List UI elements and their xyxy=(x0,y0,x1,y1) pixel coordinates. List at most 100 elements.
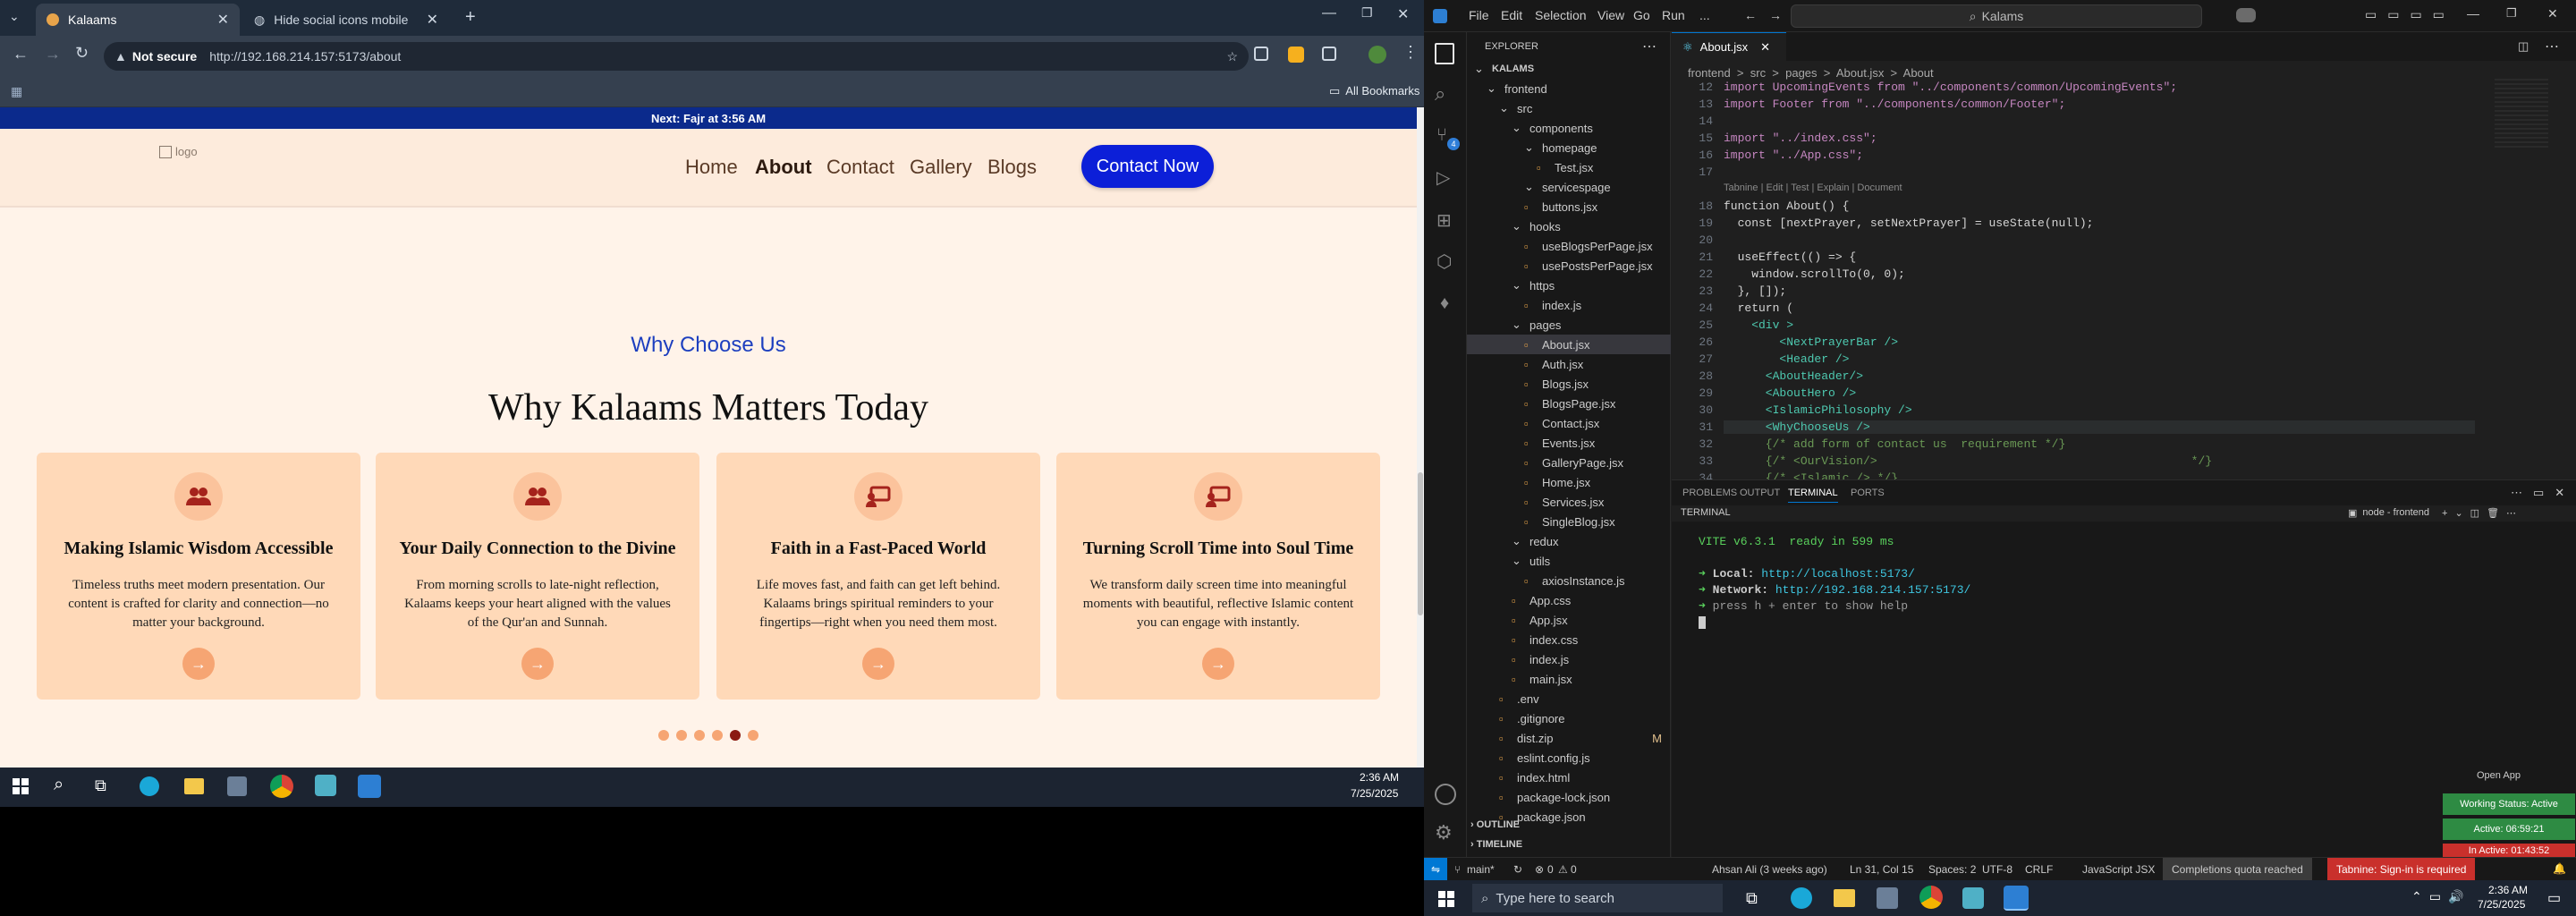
menu-more[interactable]: ... xyxy=(1699,8,1710,22)
search-icon[interactable]: ⌕ xyxy=(54,775,64,795)
task-view-icon[interactable]: ⧉ xyxy=(1746,889,1758,908)
settings-gear-icon[interactable]: ⚙ xyxy=(1435,821,1453,844)
carousel-dot[interactable] xyxy=(658,730,669,741)
terminal-actions[interactable]: +⌄◫🗑⋯ xyxy=(2442,507,2523,519)
breadcrumb[interactable]: frontend > src > pages > About.jsx > Abo… xyxy=(1688,66,1934,80)
close-window-button[interactable]: ✕ xyxy=(2547,6,2558,21)
close-icon[interactable]: ✕ xyxy=(1760,40,1770,55)
explorer-item[interactable]: ▫ About.jsx xyxy=(1467,335,1671,354)
forward-icon[interactable]: → xyxy=(45,45,61,64)
carousel-dot-active[interactable] xyxy=(730,730,741,741)
panel-tab-problems[interactable]: PROBLEMS xyxy=(1682,488,1737,498)
all-bookmarks[interactable]: ▭ All Bookmarks xyxy=(1329,84,1419,98)
explorer-item[interactable]: ▫ main.jsx xyxy=(1467,669,1671,689)
explorer-item[interactable]: ▫ Services.jsx xyxy=(1467,492,1671,512)
explorer-item[interactable]: ▫ Blogs.jsx xyxy=(1467,374,1671,394)
code-line[interactable]: <IslamicPhilosophy /> xyxy=(1724,403,1912,417)
terminal-instance[interactable]: ▣ node - frontend +⌄◫🗑⋯ xyxy=(2348,507,2523,519)
tab-search-button[interactable]: ⌄ xyxy=(9,9,27,27)
explorer-item[interactable]: ▫ useBlogsPerPage.jsx xyxy=(1467,236,1671,256)
language-mode[interactable]: JavaScript JSX xyxy=(2082,863,2155,876)
minimap[interactable] xyxy=(2495,79,2548,150)
explorer-item[interactable]: ▫ package-lock.json xyxy=(1467,787,1671,807)
panel-actions[interactable]: ⋯▭✕ xyxy=(2511,486,2575,500)
maximize-button[interactable]: ❐ xyxy=(2506,6,2517,21)
explorer-item[interactable]: ▫ dist.zip M xyxy=(1467,728,1671,748)
code-line[interactable]: return ( xyxy=(1724,301,1793,315)
nav-contact[interactable]: Contact xyxy=(826,156,894,179)
warnings-icon[interactable]: ⚠ xyxy=(1558,863,1568,876)
source-control-icon[interactable]: ⑂ xyxy=(1436,125,1447,146)
taskbar-search-box[interactable]: ⌕ Type here to search xyxy=(1472,884,1723,912)
close-icon[interactable]: ✕ xyxy=(217,11,229,29)
terminal-output[interactable]: VITE v6.3.1 ready in 599 ms ➜ Local: htt… xyxy=(1699,534,1970,629)
explorer-item[interactable]: ▫ index.html xyxy=(1467,768,1671,787)
accounts-icon[interactable] xyxy=(1435,784,1456,805)
explorer-item[interactable]: ▫ App.jsx xyxy=(1467,610,1671,630)
code-line[interactable]: import UpcomingEvents from "../component… xyxy=(1724,81,2177,94)
arrow-right-icon[interactable]: → xyxy=(521,648,554,680)
menu-go[interactable]: Go xyxy=(1633,8,1650,22)
menu-view[interactable]: View xyxy=(1597,8,1624,22)
explorer-item[interactable]: ▫ GalleryPage.jsx xyxy=(1467,453,1671,472)
explorer-item[interactable]: ⌄ frontend xyxy=(1467,79,1671,98)
explorer-item[interactable]: ▫ index.js xyxy=(1467,649,1671,669)
page-scrollbar[interactable] xyxy=(1417,107,1424,768)
nav-blogs[interactable]: Blogs xyxy=(987,156,1037,179)
explorer-item[interactable]: ▫ buttons.jsx xyxy=(1467,197,1671,216)
sync-icon[interactable]: ↻ xyxy=(1513,863,1522,876)
explorer-item[interactable]: ▫ BlogsPage.jsx xyxy=(1467,394,1671,413)
explorer-item[interactable]: ⌄ pages xyxy=(1467,315,1671,335)
errors-icon[interactable]: ⊗ xyxy=(1535,863,1544,876)
nav-home[interactable]: Home xyxy=(685,156,738,179)
copilot-icon[interactable] xyxy=(2236,8,2256,22)
arrow-right-icon[interactable]: → xyxy=(1202,648,1234,680)
store-icon[interactable] xyxy=(1877,887,1898,909)
apps-grid-icon[interactable]: ▦ xyxy=(11,84,22,99)
indentation[interactable]: Spaces: 2 xyxy=(1928,863,1976,876)
remote-indicator[interactable]: ⇋ xyxy=(1424,858,1447,880)
explorer-item[interactable]: ⌄ redux xyxy=(1467,531,1671,551)
store-icon[interactable] xyxy=(227,776,247,796)
code-line[interactable]: useEffect(() => { xyxy=(1724,250,1857,264)
explorer-item[interactable]: ⌄ https xyxy=(1467,276,1671,295)
app-icon[interactable] xyxy=(1962,887,1984,909)
explorer-item[interactable]: ⌄ servicespage xyxy=(1467,177,1671,197)
git-blame[interactable]: Ahsan Ali (3 weeks ago) xyxy=(1712,863,1827,876)
menu-run[interactable]: Run xyxy=(1662,8,1685,22)
vscode-taskbar-icon[interactable] xyxy=(358,775,381,798)
code-line[interactable]: function About() { xyxy=(1724,199,1849,213)
line-endings[interactable]: CRLF xyxy=(2025,863,2053,876)
arrow-right-icon[interactable]: → xyxy=(182,648,215,680)
extension-2-icon[interactable] xyxy=(1288,47,1304,63)
code-line[interactable]: Tabnine | Edit | Test | Explain | Docume… xyxy=(1724,182,1902,193)
vscode-taskbar-icon[interactable] xyxy=(2004,886,2029,911)
file-explorer-icon[interactable] xyxy=(184,778,204,794)
address-bar[interactable]: ▲ Not secure http://192.168.214.157:5173… xyxy=(104,42,1249,71)
new-tab-button[interactable]: + xyxy=(465,7,476,28)
explorer-item[interactable]: ▫ Events.jsx xyxy=(1467,433,1671,453)
code-line[interactable]: <WhyChooseUs /> xyxy=(1724,420,2475,434)
code-line[interactable]: {/* <OurVision/> */} xyxy=(1724,454,2212,468)
minimize-button[interactable]: — xyxy=(1322,5,1336,21)
panel-tab-terminal[interactable]: TERMINAL xyxy=(1788,488,1838,503)
explorer-item[interactable]: ⌄ KALAMS xyxy=(1467,59,1671,79)
code-line[interactable]: <Header /> xyxy=(1724,352,1849,366)
menu-file[interactable]: File xyxy=(1469,8,1489,22)
carousel-dot[interactable] xyxy=(676,730,687,741)
code-line[interactable]: <AboutHero /> xyxy=(1724,386,1856,400)
command-center-search[interactable]: ⌕ Kalams xyxy=(1791,4,2202,28)
outline-section[interactable]: › OUTLINE xyxy=(1470,819,1520,830)
explorer-item[interactable]: ▫ SingleBlog.jsx xyxy=(1467,512,1671,531)
code-line[interactable]: import Footer from "../components/common… xyxy=(1724,98,2065,111)
explorer-item[interactable]: ▫ usePostsPerPage.jsx xyxy=(1467,256,1671,276)
layout-icons[interactable]: ▭▭▭▭ xyxy=(2365,7,2455,22)
chrome-icon[interactable] xyxy=(270,775,293,798)
minimize-button[interactable]: — xyxy=(2467,6,2479,21)
extensions-icon[interactable]: ⊞ xyxy=(1436,209,1452,232)
code-line[interactable]: <div > xyxy=(1724,318,1793,332)
mongodb-icon[interactable]: ♦ xyxy=(1440,293,1449,314)
run-debug-icon[interactable]: ▷ xyxy=(1436,166,1450,189)
maximize-button[interactable]: ❐ xyxy=(1361,5,1373,21)
code-line[interactable]: import "../App.css"; xyxy=(1724,148,1863,162)
